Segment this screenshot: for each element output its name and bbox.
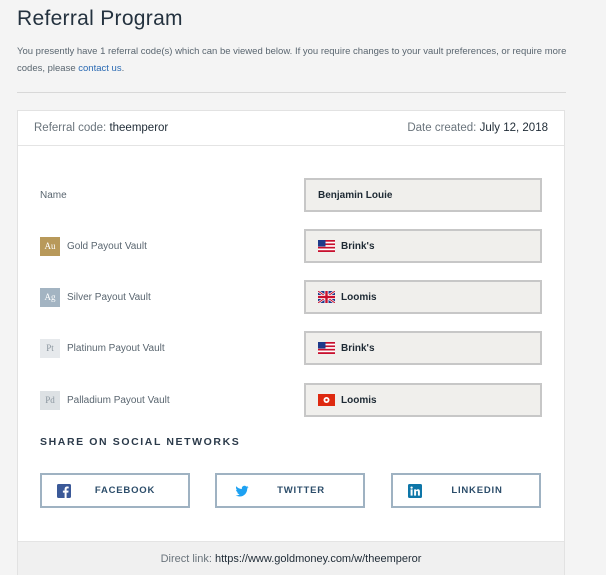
us-flag-icon xyxy=(318,342,335,354)
direct-link-value[interactable]: https://www.goldmoney.com/w/theemperor xyxy=(215,553,421,565)
silver-symbol-icon: Ag xyxy=(40,287,60,307)
palladium-vault-label: Pd Palladium Payout Vault xyxy=(40,383,170,417)
gold-vault-row: Au Gold Payout Vault Brink's xyxy=(18,229,564,263)
date-created-label: Date created: xyxy=(407,122,477,134)
name-field: Benjamin Louie xyxy=(304,178,542,212)
direct-link-bar: Direct link: https://www.goldmoney.com/w… xyxy=(18,541,564,575)
date-created-value: July 12, 2018 xyxy=(479,122,548,134)
gold-vault-label: Au Gold Payout Vault xyxy=(40,229,147,263)
name-label: Name xyxy=(40,189,67,201)
share-title: SHARE ON SOCIAL NETWORKS xyxy=(40,436,241,448)
direct-link-label: Direct link: xyxy=(160,553,212,565)
silver-vault-label: Ag Silver Payout Vault xyxy=(40,280,151,314)
linkedin-label: LINKEDIN xyxy=(451,485,503,496)
referral-code-value: theemperor xyxy=(109,122,169,134)
linkedin-share-button[interactable]: LINKEDIN xyxy=(391,473,541,508)
palladium-vault-value: Loomis xyxy=(341,394,377,406)
silver-vault-label-text: Silver Payout Vault xyxy=(67,291,151,303)
palladium-vault-row: Pd Palladium Payout Vault Loomis xyxy=(18,383,564,417)
platinum-vault-field: Brink's xyxy=(304,331,542,365)
gold-vault-field: Brink's xyxy=(304,229,542,263)
referral-card: Referral code: theemperor Date created: … xyxy=(17,110,565,575)
platinum-vault-label: Pt Platinum Payout Vault xyxy=(40,331,165,365)
platinum-vault-label-text: Platinum Payout Vault xyxy=(67,342,165,354)
silver-vault-row: Ag Silver Payout Vault Loomis xyxy=(18,280,564,314)
divider xyxy=(17,92,566,93)
facebook-share-button[interactable]: FACEBOOK xyxy=(40,473,190,508)
hk-flag-icon xyxy=(318,394,335,406)
referral-code: Referral code: theemperor xyxy=(34,122,168,134)
palladium-symbol-icon: Pd xyxy=(40,390,60,410)
platinum-vault-row: Pt Platinum Payout Vault Brink's xyxy=(18,331,564,365)
name-row: Name Benjamin Louie xyxy=(18,178,564,212)
contact-us-link[interactable]: contact us xyxy=(78,63,121,74)
name-value: Benjamin Louie xyxy=(318,189,393,201)
twitter-label: TWITTER xyxy=(277,485,325,496)
gold-vault-value: Brink's xyxy=(341,240,375,252)
card-header: Referral code: theemperor Date created: … xyxy=(18,111,564,146)
palladium-vault-field: Loomis xyxy=(304,383,542,417)
referral-code-label: Referral code: xyxy=(34,122,107,134)
silver-vault-field: Loomis xyxy=(304,280,542,314)
platinum-symbol-icon: Pt xyxy=(40,338,60,358)
platinum-vault-value: Brink's xyxy=(341,342,375,354)
intro-end: . xyxy=(121,63,125,74)
facebook-label: FACEBOOK xyxy=(94,485,156,496)
us-flag-icon xyxy=(318,240,335,252)
page-title: Referral Program xyxy=(17,7,183,30)
date-created: Date created: July 12, 2018 xyxy=(407,122,548,134)
twitter-share-button[interactable]: TWITTER xyxy=(215,473,365,508)
palladium-vault-label-text: Palladium Payout Vault xyxy=(67,394,170,406)
gold-symbol-icon: Au xyxy=(40,236,60,256)
uk-flag-icon xyxy=(318,291,335,303)
intro-text: You presently have 1 referral code(s) wh… xyxy=(17,43,577,77)
gold-vault-label-text: Gold Payout Vault xyxy=(67,240,147,252)
silver-vault-value: Loomis xyxy=(341,291,377,303)
